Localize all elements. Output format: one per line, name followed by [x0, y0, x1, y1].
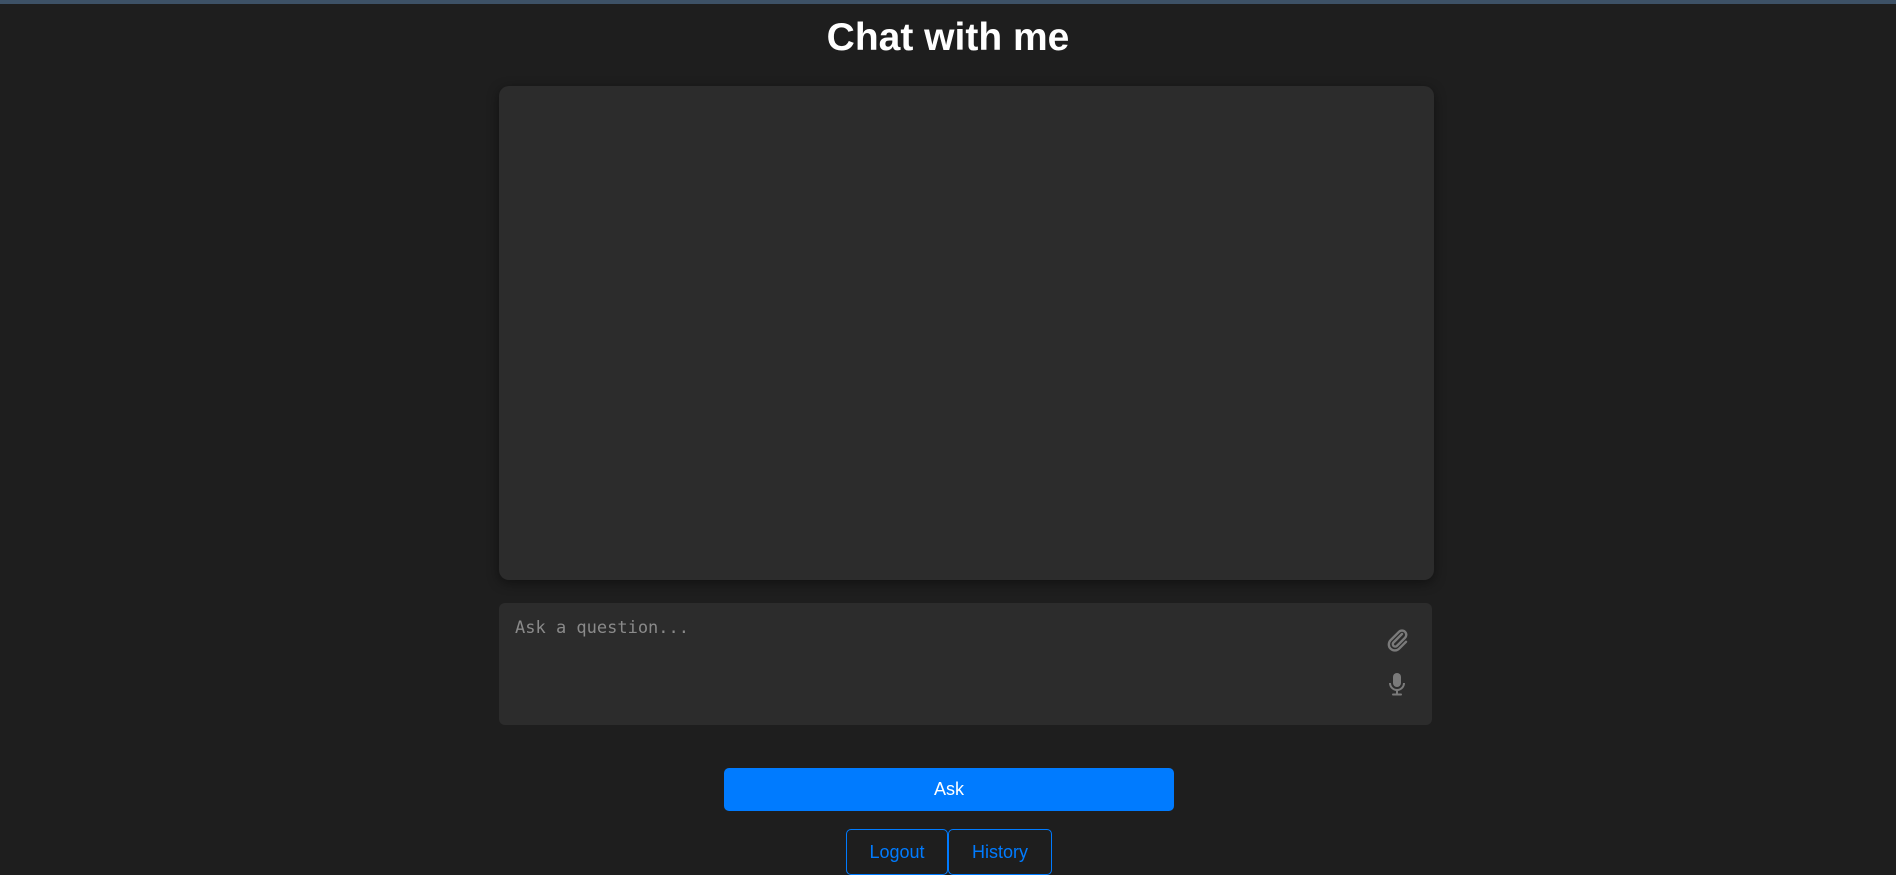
microphone-button[interactable]	[1383, 670, 1411, 698]
ask-button[interactable]: Ask	[724, 768, 1174, 811]
top-accent-strip	[0, 0, 1896, 4]
account-actions: Logout History	[846, 829, 1052, 875]
question-input[interactable]	[515, 617, 1355, 713]
page-title: Chat with me	[826, 16, 1070, 59]
attach-button[interactable]	[1383, 626, 1411, 654]
logout-button[interactable]: Logout	[846, 829, 948, 875]
question-input-container	[499, 603, 1432, 725]
chat-window	[499, 86, 1434, 580]
history-button[interactable]: History	[948, 829, 1052, 875]
paperclip-icon	[1387, 629, 1408, 652]
microphone-icon	[1389, 673, 1405, 696]
